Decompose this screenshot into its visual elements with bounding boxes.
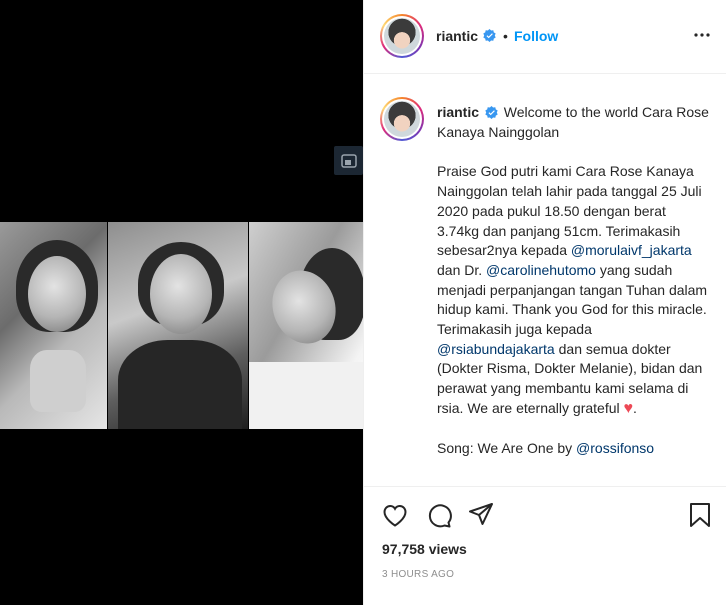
caption-song: Song: We Are One by @rossifonso [437,439,709,459]
post-caption: riantic Welcome to the world Cara Rose K… [437,103,709,458]
video-frame-1 [0,222,107,429]
heart-icon[interactable] [381,501,409,529]
mention-link[interactable]: @rsiabundajakarta [437,341,555,357]
bookmark-icon[interactable] [686,501,714,529]
heart-emoji: ♥ [623,399,634,417]
caption-text: . [633,399,637,416]
view-count[interactable]: 97,758 views [382,541,467,557]
post-timestamp[interactable]: 3 HOURS AGO [382,569,454,580]
caption-username[interactable]: riantic [437,104,479,120]
video-frame-3 [249,222,363,429]
post-header: riantic • Follow [364,0,726,74]
separator-dot: • [503,28,508,44]
song-text: Song: We Are One by [437,439,577,456]
mention-link[interactable]: @morulaivf_jakarta [571,242,692,258]
video-media-icon[interactable] [334,146,363,175]
follow-button[interactable]: Follow [514,28,558,44]
verified-badge-icon [483,29,496,42]
mention-link[interactable]: @carolinehutomo [486,262,596,278]
mention-link[interactable]: @rossifonso [576,440,654,456]
caption-text: dan Dr. [437,261,487,278]
caption-area: riantic Welcome to the world Cara Rose K… [364,75,726,486]
caption-body: Praise God putri kami Cara Rose Kanaya N… [437,162,709,418]
video-frame-2 [107,222,249,429]
video-frames [0,222,363,429]
username-link[interactable]: riantic [436,28,478,44]
post-actions: 97,758 views 3 HOURS AGO [364,486,726,605]
comment-icon[interactable] [425,501,453,529]
more-options-icon[interactable] [691,24,713,46]
verified-badge-icon [485,106,498,119]
avatar[interactable] [380,14,424,58]
post-sidebar: riantic • Follow riantic Welcome to the … [363,0,726,605]
share-icon[interactable] [467,501,495,529]
post-media-video[interactable] [0,0,363,605]
caption-avatar[interactable] [380,97,424,141]
